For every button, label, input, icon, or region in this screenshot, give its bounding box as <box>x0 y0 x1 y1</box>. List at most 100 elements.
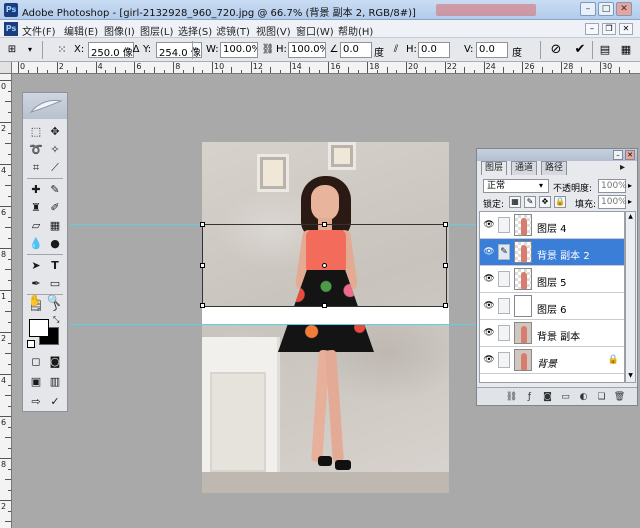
transform-tool-icon[interactable]: ⊞ <box>4 42 20 58</box>
fill-chevron-icon[interactable]: ▸ <box>628 197 632 206</box>
crop-tool-icon[interactable]: ⌗ <box>27 159 45 176</box>
screen-mode-full-icon[interactable]: ▥ <box>46 373 64 390</box>
slice-tool-icon[interactable]: ⟋ <box>46 159 64 176</box>
visibility-eye-icon[interactable]: 👁 <box>483 301 495 311</box>
layers-panel-titlebar[interactable]: – ✕ <box>477 149 637 161</box>
clone-stamp-tool-icon[interactable]: ♜ <box>27 199 45 216</box>
minimize-button[interactable]: – <box>580 2 596 16</box>
toolbox-header[interactable] <box>23 93 67 119</box>
layer-row[interactable]: 👁 图层 6 <box>480 293 624 320</box>
eraser-tool-icon[interactable]: ▱ <box>27 217 45 234</box>
y-field[interactable]: 254.0 像 <box>156 42 202 58</box>
pen-tool-icon[interactable]: ✒ <box>27 275 45 292</box>
transform-handle-se[interactable] <box>443 303 448 308</box>
height-field[interactable]: 100.0% <box>288 42 326 58</box>
marquee-tool-icon[interactable]: ⬚ <box>27 123 45 140</box>
default-colors-icon[interactable] <box>27 340 35 348</box>
layer-link-box[interactable] <box>498 352 510 368</box>
adjustment-layer-icon[interactable]: ◐ <box>577 391 590 403</box>
layer-link-box[interactable] <box>498 298 510 314</box>
tool-preset-dropdown-icon[interactable]: ▾ <box>22 42 38 58</box>
screen-mode-standard-icon[interactable]: ▣ <box>27 373 45 390</box>
menu-file[interactable]: 文件(F) <box>22 23 56 38</box>
visibility-eye-icon[interactable]: 👁 <box>483 274 495 284</box>
layer-row[interactable]: 👁 图层 4 <box>480 212 624 239</box>
transform-handle-n[interactable] <box>322 222 327 227</box>
dodge-tool-icon[interactable]: ● <box>46 235 64 252</box>
layer-row[interactable]: 👁 背景 副本 <box>480 320 624 347</box>
visibility-eye-icon[interactable]: 👁 <box>483 355 495 365</box>
blend-mode-chevron-icon[interactable]: ▾ <box>539 181 543 190</box>
opacity-chevron-icon[interactable]: ▸ <box>628 181 632 190</box>
doc-minimize-button[interactable]: – <box>585 23 599 35</box>
link-layers-icon[interactable]: ⛓ <box>505 391 518 403</box>
shape-tool-icon[interactable]: ▭ <box>46 275 64 292</box>
link-proportions-icon[interactable]: ⛓ <box>260 42 276 58</box>
hand-tool-icon[interactable]: ✋ <box>26 292 44 309</box>
menu-edit[interactable]: 编辑(E) <box>64 23 98 38</box>
transform-center-point[interactable] <box>322 263 327 268</box>
transform-handle-sw[interactable] <box>200 303 205 308</box>
document-canvas[interactable] <box>202 142 449 493</box>
new-layer-icon[interactable]: ❏ <box>595 391 608 403</box>
transform-handle-ne[interactable] <box>443 222 448 227</box>
layer-link-box[interactable] <box>498 217 510 233</box>
layer-style-icon[interactable]: ƒ <box>523 391 536 403</box>
layer-row[interactable]: 👁 图层 5 <box>480 266 624 293</box>
reference-point-icon[interactable]: ⁙ <box>54 42 70 58</box>
tab-layers[interactable]: 图层 <box>481 161 508 175</box>
menu-filter[interactable]: 滤镜(T) <box>216 23 250 38</box>
jump-to-imageready-icon[interactable]: ⇨ <box>27 393 45 410</box>
visibility-eye-icon[interactable]: 👁 <box>483 247 495 257</box>
layer-row-selected[interactable]: 👁 ✎ 背景 副本 2 <box>480 239 624 266</box>
foreground-color-swatch[interactable] <box>29 319 49 337</box>
type-tool-icon[interactable]: T <box>46 257 64 274</box>
fill-field[interactable]: 100% <box>598 195 627 209</box>
history-brush-tool-icon[interactable]: ✐ <box>46 199 64 216</box>
lock-transparency-icon[interactable]: ▦ <box>509 196 521 208</box>
skew-v-field[interactable]: 0.0 <box>476 42 508 58</box>
quick-mask-icon[interactable]: ◙ <box>46 353 64 370</box>
transform-handle-nw[interactable] <box>200 222 205 227</box>
width-field[interactable]: 100.0% <box>220 42 258 58</box>
panel-menu-icon[interactable]: ▸ <box>617 161 628 175</box>
menu-view[interactable]: 视图(V) <box>256 23 291 38</box>
standard-mode-icon[interactable]: ◻ <box>27 353 45 370</box>
tab-paths[interactable]: 路径 <box>541 161 568 175</box>
lock-position-icon[interactable]: ✥ <box>539 196 551 208</box>
doc-close-button[interactable]: ✕ <box>619 23 633 35</box>
transform-bounding-box[interactable] <box>200 222 448 308</box>
magic-wand-tool-icon[interactable]: ✧ <box>46 141 64 158</box>
path-selection-tool-icon[interactable]: ➤ <box>27 257 45 274</box>
gradient-tool-icon[interactable]: ▦ <box>46 217 64 234</box>
lasso-tool-icon[interactable]: ➰ <box>27 141 45 158</box>
layer-link-box[interactable] <box>498 271 510 287</box>
transform-handle-w[interactable] <box>200 263 205 268</box>
menu-window[interactable]: 窗口(W) <box>296 23 334 38</box>
tab-channels[interactable]: 通道 <box>511 161 538 175</box>
menu-help[interactable]: 帮助(H) <box>338 23 373 38</box>
layer-mask-icon[interactable]: ◙ <box>541 391 554 403</box>
visibility-eye-icon[interactable]: 👁 <box>483 220 495 230</box>
skew-h-field[interactable]: 0.0 <box>418 42 450 58</box>
menu-image[interactable]: 图像(I) <box>104 23 135 38</box>
panel-minimize-button[interactable]: – <box>613 150 623 160</box>
lock-all-icon[interactable]: 🔒 <box>554 196 566 208</box>
commit-transform-icon[interactable]: ✔ <box>572 42 588 58</box>
scroll-up-icon[interactable]: ▲ <box>627 213 634 221</box>
move-tool-icon[interactable]: ✥ <box>46 123 64 140</box>
layers-scrollbar[interactable]: ▲ ▼ <box>625 211 636 383</box>
workspace-icon[interactable]: ▦ <box>618 42 634 58</box>
ps-menu-icon[interactable]: Ps <box>4 22 18 36</box>
blur-tool-icon[interactable]: 💧 <box>27 235 45 252</box>
new-group-icon[interactable]: ▭ <box>559 391 572 403</box>
opacity-field[interactable]: 100% <box>598 179 627 193</box>
ruler-origin[interactable] <box>0 62 12 74</box>
layer-row[interactable]: 👁 背景 🔒 <box>480 347 624 374</box>
vertical-ruler[interactable]: 0 2 4 6 8 1 2 4 6 8 2 <box>0 62 12 528</box>
cancel-transform-icon[interactable]: ⊘ <box>548 42 564 58</box>
relative-position-icon[interactable]: Δ <box>128 42 144 58</box>
transform-handle-s[interactable] <box>322 303 327 308</box>
imageready-icon[interactable]: ✓ <box>46 393 64 410</box>
menu-select[interactable]: 选择(S) <box>178 23 212 38</box>
